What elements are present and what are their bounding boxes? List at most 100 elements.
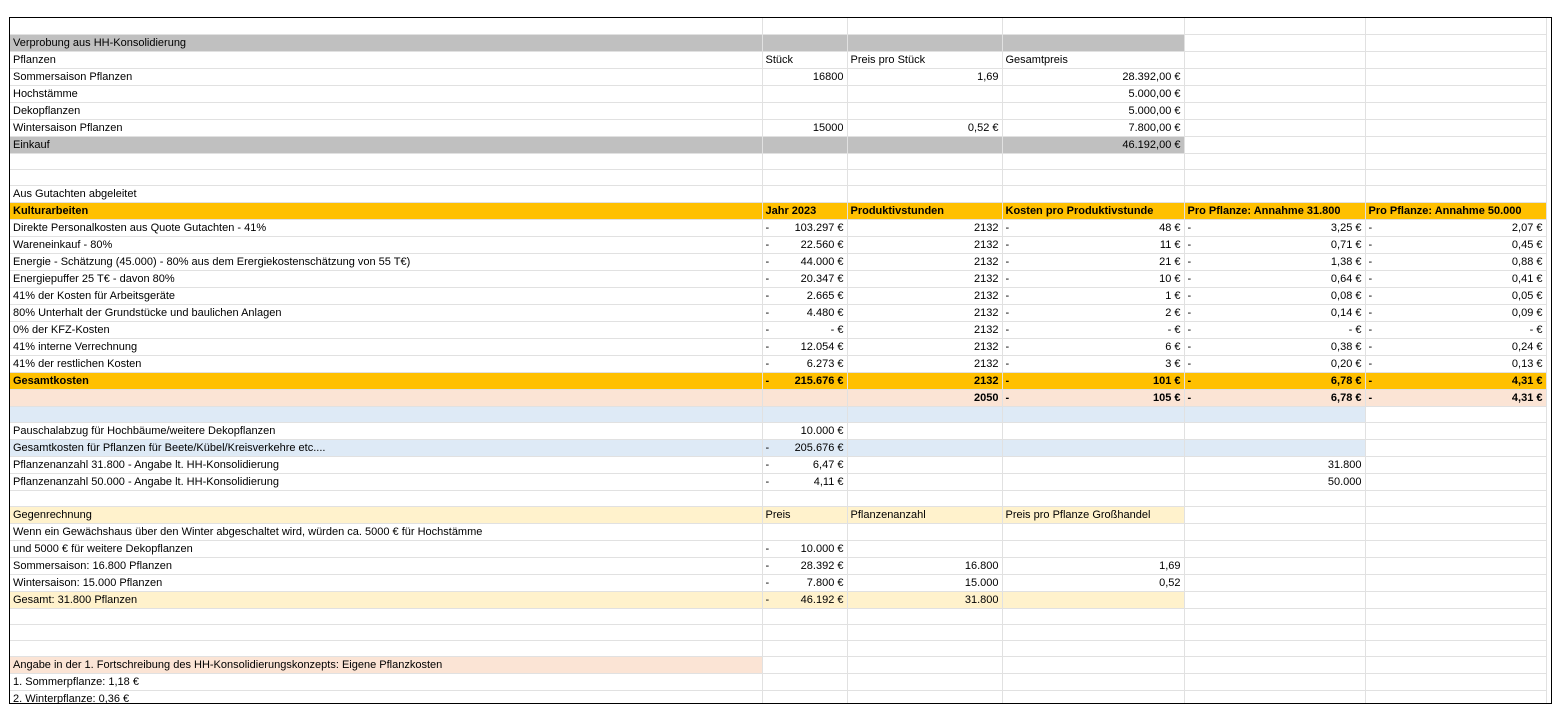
cell[interactable]: -48 € <box>1002 219 1185 237</box>
cell[interactable]: 2050 <box>847 389 1003 407</box>
cell[interactable]: -21 € <box>1002 253 1185 271</box>
cell[interactable]: 2132 <box>847 270 1003 288</box>
cell[interactable]: Gegenrechnung <box>10 506 763 524</box>
cell[interactable]: -0,09 € <box>1365 304 1547 322</box>
cell[interactable]: 41% der restlichen Kosten <box>10 355 763 373</box>
cell[interactable]: 1,69 <box>847 68 1003 86</box>
cell[interactable]: -- € <box>1184 321 1366 339</box>
cell[interactable]: Produktivstunden <box>847 202 1003 220</box>
cell[interactable]: 28.392,00 € <box>1002 68 1185 86</box>
cell[interactable]: Gesamt: 31.800 Pflanzen <box>10 591 763 609</box>
cell[interactable]: -12.054 € <box>762 338 848 356</box>
cell[interactable]: Gesamtkosten <box>10 372 763 390</box>
cell[interactable]: Kulturarbeiten <box>10 202 763 220</box>
cell[interactable]: Pflanzenanzahl <box>847 506 1003 524</box>
cell[interactable]: 2. Winterpflanze: 0,36 € <box>10 690 763 703</box>
cell[interactable]: Preis pro Pflanze Großhandel <box>1002 506 1185 524</box>
cell[interactable]: 7.800,00 € <box>1002 119 1185 137</box>
cell[interactable]: Sommersaison Pflanzen <box>10 68 763 86</box>
cell[interactable]: Gesamtkosten für Pflanzen für Beete/Kübe… <box>10 439 763 457</box>
cell[interactable]: 15000 <box>762 119 848 137</box>
cell[interactable]: Dekopflanzen <box>10 102 763 120</box>
cell[interactable]: -20.347 € <box>762 270 848 288</box>
cell[interactable]: 80% Unterhalt der Grundstücke und baulic… <box>10 304 763 322</box>
cell[interactable]: -0,14 € <box>1184 304 1366 322</box>
cell[interactable]: 2132 <box>847 355 1003 373</box>
cell[interactable]: 41% der Kosten für Arbeitsgeräte <box>10 287 763 305</box>
cell[interactable]: -4,31 € <box>1365 389 1547 407</box>
cell[interactable]: -46.192 € <box>762 591 848 609</box>
cell[interactable]: 0% der KFZ-Kosten <box>10 321 763 339</box>
cell[interactable]: -- € <box>1365 321 1547 339</box>
cell[interactable]: -10 € <box>1002 270 1185 288</box>
cell[interactable]: 1,69 <box>1002 557 1185 575</box>
cell[interactable]: 46.192,00 € <box>1002 136 1185 154</box>
cell[interactable]: 41% interne Verrechnung <box>10 338 763 356</box>
cell[interactable]: -0,13 € <box>1365 355 1547 373</box>
cell[interactable]: Pro Pflanze: Annahme 31.800 <box>1184 202 1366 220</box>
cell[interactable]: Einkauf <box>10 136 763 154</box>
cell[interactable]: Kosten pro Produktivstunde <box>1002 202 1185 220</box>
cell[interactable]: Angabe in der 1. Fortschreibung des HH-K… <box>10 656 763 674</box>
cell[interactable]: -6 € <box>1002 338 1185 356</box>
cell[interactable]: 0,52 <box>1002 574 1185 592</box>
cell[interactable]: -28.392 € <box>762 557 848 575</box>
cell[interactable]: 2132 <box>847 372 1003 390</box>
cell[interactable]: -3 € <box>1002 355 1185 373</box>
cell[interactable]: -1 € <box>1002 287 1185 305</box>
cell[interactable] <box>762 102 848 120</box>
cell[interactable]: -2.665 € <box>762 287 848 305</box>
cell[interactable]: Pflanzenanzahl 50.000 - Angabe lt. HH-Ko… <box>10 473 763 491</box>
cell[interactable]: Aus Gutachten abgeleitet <box>10 185 763 203</box>
cell[interactable]: Wintersaison: 15.000 Pflanzen <box>10 574 763 592</box>
cell[interactable]: 2132 <box>847 304 1003 322</box>
cell[interactable]: Stück <box>762 51 848 69</box>
cell[interactable]: -0,24 € <box>1365 338 1547 356</box>
cell[interactable]: Gesamtpreis <box>1002 51 1185 69</box>
cell[interactable]: -205.676 € <box>762 439 848 457</box>
cell[interactable]: -0,38 € <box>1184 338 1366 356</box>
cell[interactable]: 15.000 <box>847 574 1003 592</box>
cell[interactable]: Direkte Personalkosten aus Quote Gutacht… <box>10 219 763 237</box>
cell[interactable]: Preis <box>762 506 848 524</box>
cell[interactable]: Energie - Schätzung (45.000) - 80% aus d… <box>10 253 763 271</box>
cell[interactable]: -6,47 € <box>762 456 848 474</box>
cell[interactable]: 10.000 € <box>762 422 848 440</box>
cell[interactable]: -215.676 € <box>762 372 848 390</box>
cell[interactable]: 1. Sommerpflanze: 1,18 € <box>10 673 763 691</box>
cell[interactable]: -0,71 € <box>1184 236 1366 254</box>
cell[interactable]: Hochstämme <box>10 85 763 103</box>
cell[interactable] <box>762 85 848 103</box>
cell[interactable]: 2132 <box>847 236 1003 254</box>
cell[interactable]: 31.800 <box>847 591 1003 609</box>
cell[interactable]: -0,20 € <box>1184 355 1366 373</box>
cell[interactable]: 5.000,00 € <box>1002 102 1185 120</box>
cell[interactable] <box>847 85 1003 103</box>
cell[interactable]: -103.297 € <box>762 219 848 237</box>
cell[interactable]: Sommersaison: 16.800 Pflanzen <box>10 557 763 575</box>
cell[interactable]: 2132 <box>847 253 1003 271</box>
cell[interactable]: -44.000 € <box>762 253 848 271</box>
cell[interactable] <box>847 102 1003 120</box>
cell[interactable]: Wareneinkauf - 80% <box>10 236 763 254</box>
cell[interactable]: -6.273 € <box>762 355 848 373</box>
cell[interactable]: Pauschalabzug für Hochbäume/weitere Deko… <box>10 422 763 440</box>
cell[interactable]: Preis pro Stück <box>847 51 1003 69</box>
cell[interactable]: Wenn ein Gewächshaus über den Winter abg… <box>10 523 763 541</box>
cell[interactable]: 2132 <box>847 287 1003 305</box>
cell[interactable]: Pro Pflanze: Annahme 50.000 <box>1365 202 1547 220</box>
cell[interactable]: -- € <box>1002 321 1185 339</box>
cell[interactable]: -7.800 € <box>762 574 848 592</box>
cell[interactable]: -6,78 € <box>1184 372 1366 390</box>
cell[interactable]: -2 € <box>1002 304 1185 322</box>
cell[interactable]: 2132 <box>847 321 1003 339</box>
cell[interactable]: -1,38 € <box>1184 253 1366 271</box>
cell[interactable]: -0,64 € <box>1184 270 1366 288</box>
cell[interactable]: 16.800 <box>847 557 1003 575</box>
cell[interactable]: Wintersaison Pflanzen <box>10 119 763 137</box>
cell[interactable]: -0,88 € <box>1365 253 1547 271</box>
cell[interactable]: -0,05 € <box>1365 287 1547 305</box>
cell[interactable]: -- € <box>762 321 848 339</box>
cell[interactable]: 2132 <box>847 219 1003 237</box>
cell[interactable]: -105 € <box>1002 389 1185 407</box>
